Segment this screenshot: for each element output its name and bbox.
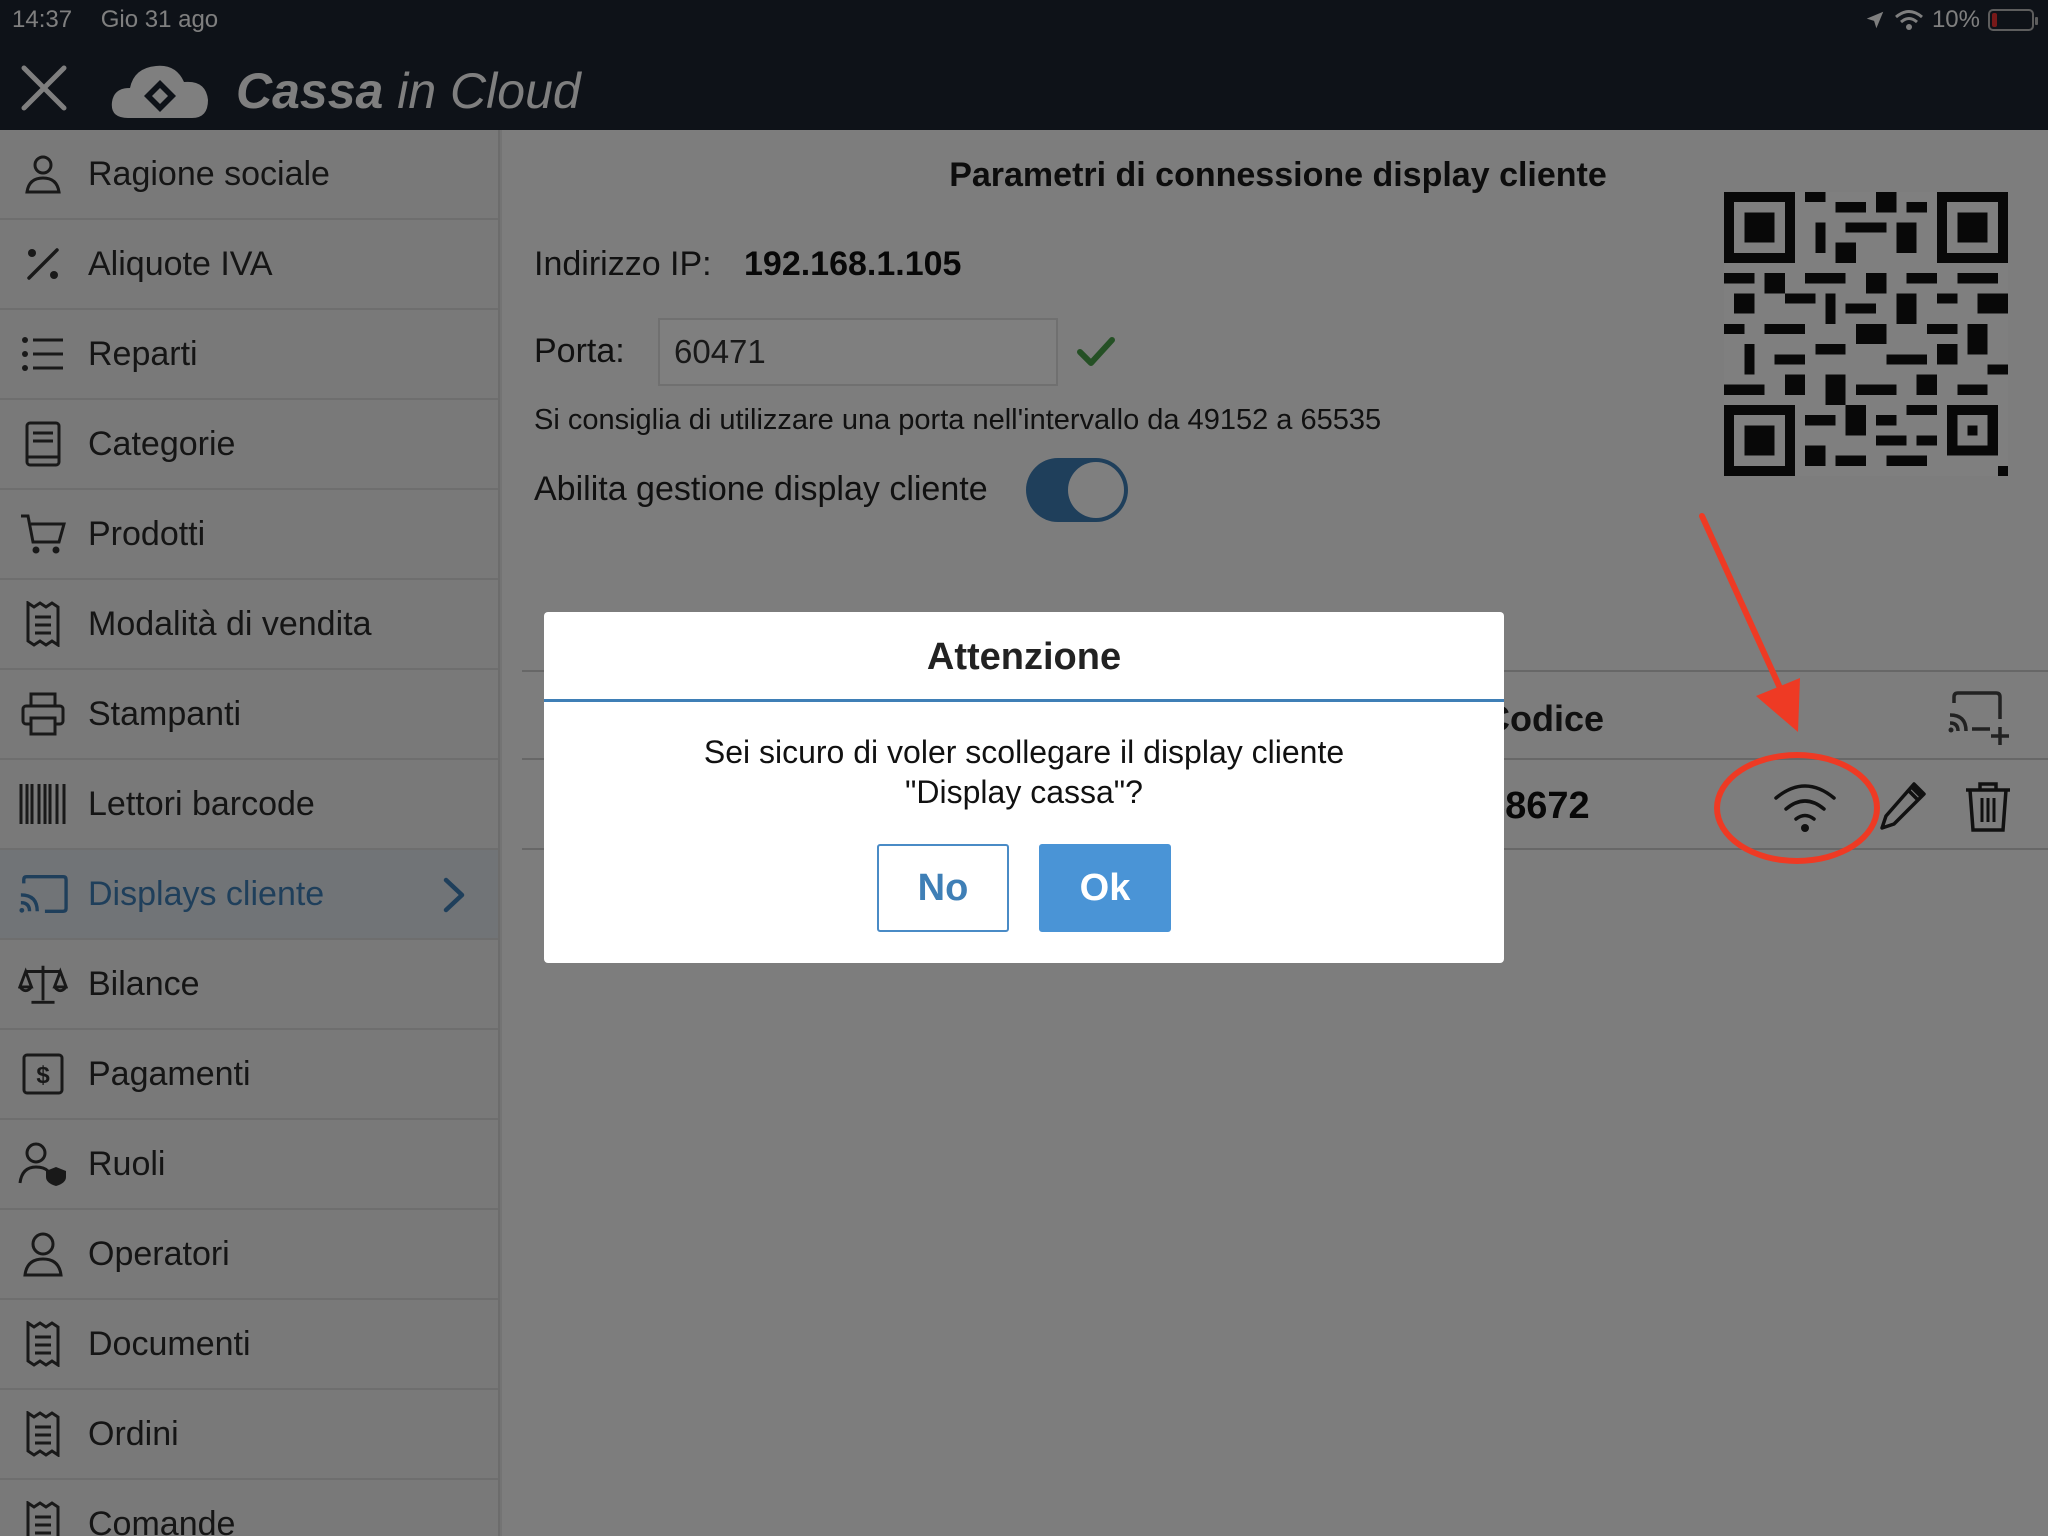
dialog-message-line1: Sei sicuro di voler scollegare il displa… [703,734,1345,770]
dialog-buttons: No Ok [544,844,1504,932]
annotation-arrow-icon [1699,513,1800,732]
no-button[interactable]: No [877,844,1009,932]
dialog-message-line2: "Display cassa"? [905,774,1143,810]
ok-button[interactable]: Ok [1039,844,1171,932]
confirm-dialog: Attenzione Sei sicuro di voler scollegar… [544,612,1504,963]
dialog-message: Sei sicuro di voler scollegare il displa… [544,732,1504,812]
annotation-ellipse [1714,752,1880,864]
dialog-title: Attenzione [544,612,1504,702]
